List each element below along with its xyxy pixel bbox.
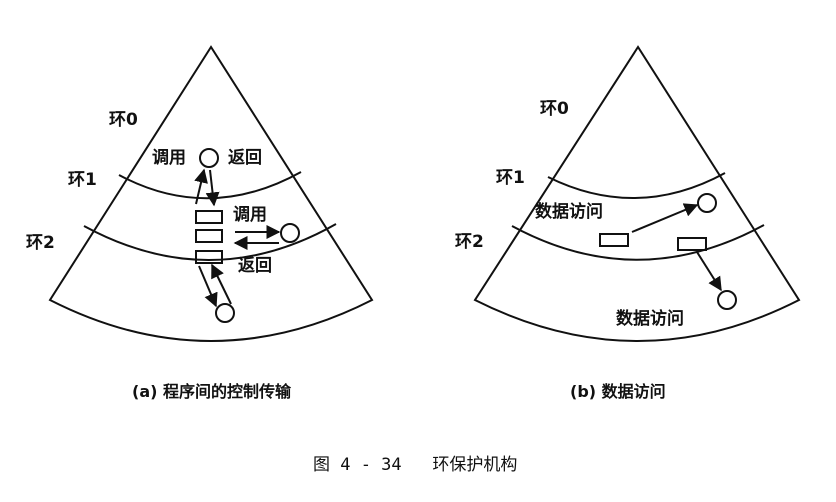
left-return-arrow-down [205, 169, 220, 207]
left-down-arrow-1 [198, 265, 218, 308]
left-ring0-label: 环0 [109, 110, 138, 130]
right-data-access-label-ring1: 数据访问 [535, 201, 603, 222]
right-ring2-data-circle [717, 290, 737, 310]
left-up-arrow-2 [211, 263, 232, 305]
figure-caption: 图 4 - 34 环保护机构 [313, 455, 517, 475]
left-sector-outline [48, 45, 374, 342]
right-caption: (b) 数据访问 [570, 382, 666, 401]
left-ring1-label: 环1 [68, 170, 97, 190]
right-box-ring2 [677, 237, 707, 251]
right-data-access-label-ring2: 数据访问 [616, 308, 684, 329]
left-ring2-procedure-circle [215, 303, 235, 323]
left-box-1 [195, 210, 223, 224]
right-ring-boundary-1 [547, 172, 726, 199]
right-ring1-label: 环1 [496, 168, 525, 188]
right-ring2-label: 环2 [455, 232, 484, 252]
left-diagram [48, 45, 374, 342]
left-return-label-mid: 返回 [238, 256, 272, 276]
right-sector-outline [473, 45, 801, 342]
right-data-access-arrow-1 [631, 203, 699, 233]
left-call-label-top: 调用 [152, 148, 186, 168]
left-ring0-procedure-circle [199, 148, 219, 168]
right-ring0-label: 环0 [540, 99, 569, 119]
right-data-access-arrow-2 [696, 251, 722, 292]
left-caption: (a) 程序间的控制传输 [132, 382, 292, 401]
left-ring2-label: 环2 [26, 233, 55, 253]
left-return-label-top: 返回 [228, 148, 262, 168]
right-box-ring1 [599, 233, 629, 247]
ring-protection-figure: 环0 环1 环2 调用 返回 调用 返回 (a) 程序间的控制传输 环0 环1 … [26, 45, 801, 475]
left-box-3 [195, 250, 223, 264]
left-ring1-procedure-circle [280, 223, 300, 243]
right-diagram [473, 45, 801, 342]
right-ring1-data-circle [697, 193, 717, 213]
left-box-2 [195, 229, 223, 243]
left-call-label-mid: 调用 [233, 205, 267, 225]
